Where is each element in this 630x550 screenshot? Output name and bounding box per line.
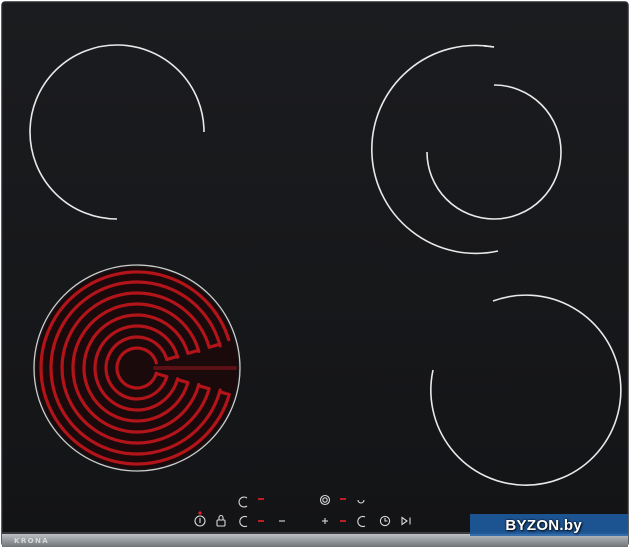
power-indicator-led	[198, 511, 202, 515]
brand-logo: KRONA	[14, 537, 50, 545]
ceramic-hob	[1, 1, 629, 547]
watermark-text: BYZON.by	[505, 517, 582, 534]
